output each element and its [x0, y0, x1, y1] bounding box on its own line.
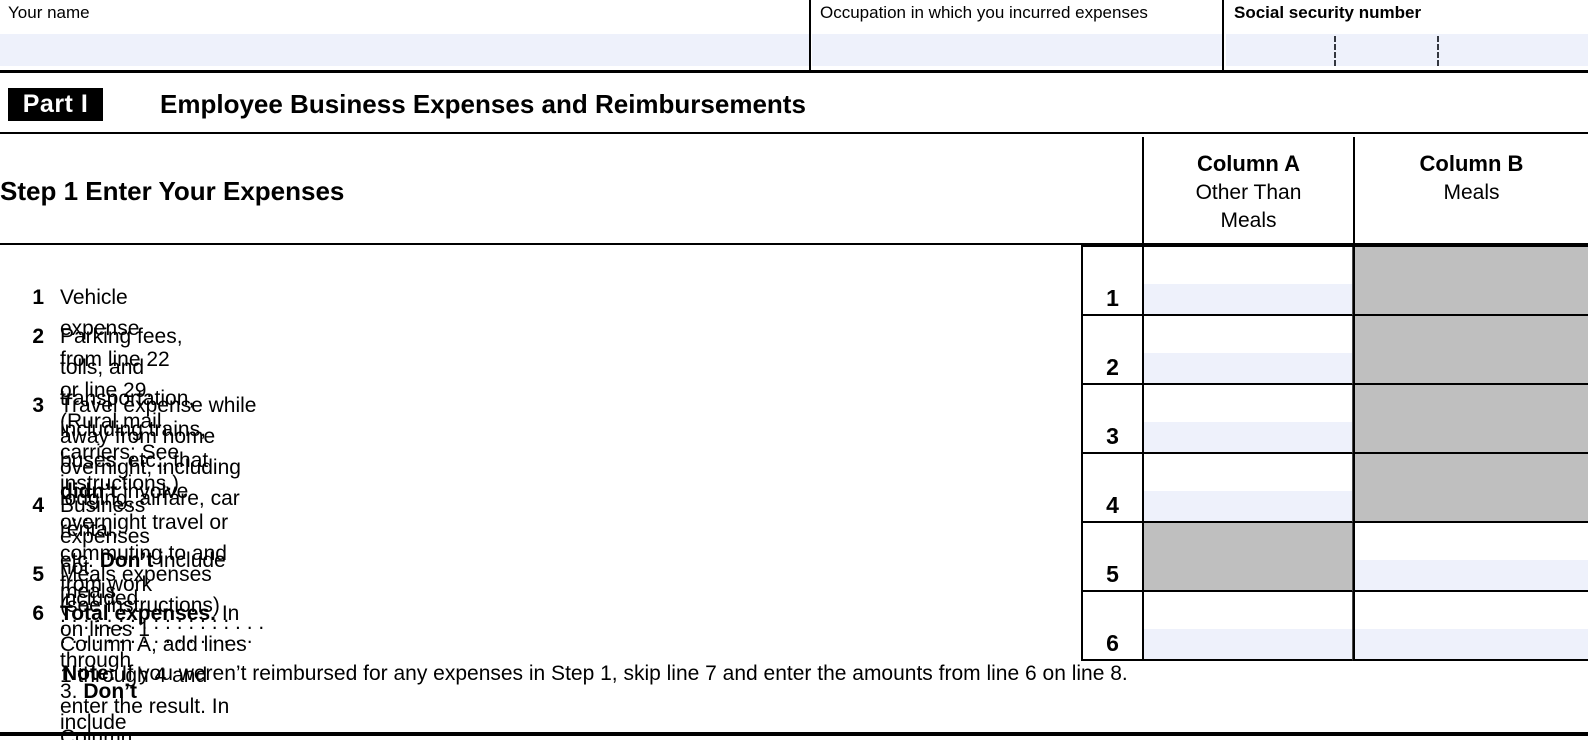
part-1-tag: Part I: [8, 88, 103, 121]
ssn-input[interactable]: [1226, 34, 1588, 66]
colhead-divider-middle: [1353, 137, 1355, 245]
part-1-title: Employee Business Expenses and Reimburse…: [160, 89, 806, 119]
partbar-bottom-rule: [0, 132, 1588, 134]
column-b-title: Column B: [1419, 151, 1524, 176]
ssn-label: Social security number: [1234, 3, 1422, 22]
your-name-label: Your name: [8, 3, 90, 22]
column-b-subtitle-1: Meals: [1443, 181, 1500, 204]
note-label: Note:: [62, 662, 116, 685]
form-2106-part-1: Your name Occupation in which you incurr…: [0, 0, 1588, 740]
part-1-header: Part I Employee Business Expenses and Re…: [0, 74, 1588, 134]
your-name-cell: Your name: [0, 0, 810, 72]
column-a-header: Column A Other Than Meals: [1144, 137, 1353, 245]
ssn-cell: Social security number: [1226, 0, 1588, 72]
expense-lines: 1 Vehicle expense from line 22 or line 2…: [0, 247, 1588, 740]
colhead-divider-left: [1142, 137, 1144, 245]
ssn-group-separator-1: [1334, 36, 1336, 66]
line-3-number: 3: [32, 394, 44, 417]
ssn-group-separator-2: [1437, 36, 1439, 66]
line-2-number: 2: [32, 325, 44, 348]
occupation-cell: Occupation in which you incurred expense…: [812, 0, 1222, 72]
line-4-number: 4: [32, 494, 44, 517]
stephead-bottom-rule: [0, 243, 1588, 245]
occupation-label: Occupation in which you incurred expense…: [820, 3, 1148, 22]
column-a-subtitle-2: Meals: [1220, 209, 1277, 232]
divider-name-occupation: [809, 0, 811, 72]
step-1-title: Step 1 Enter Your Expenses: [0, 176, 345, 206]
step-1-note: Note: If you weren’t reimbursed for any …: [62, 659, 1128, 689]
line-1-number: 1: [32, 286, 44, 309]
line-6-number: 6: [32, 602, 44, 625]
divider-occupation-ssn: [1222, 0, 1224, 72]
note-text: If you weren’t reimbursed for any expens…: [121, 662, 1128, 685]
column-a-title: Column A: [1196, 151, 1301, 176]
your-name-input[interactable]: [0, 34, 810, 66]
step-1-header-row: Step 1 Enter Your Expenses Column A Othe…: [0, 137, 1588, 245]
idband-bottom-rule: [0, 70, 1588, 73]
identification-band: Your name Occupation in which you incurr…: [0, 0, 1588, 73]
column-a-subtitle-1: Other Than: [1195, 181, 1302, 204]
line-5-number: 5: [32, 563, 44, 586]
occupation-input[interactable]: [812, 34, 1222, 66]
column-b-header: Column B Meals: [1355, 137, 1588, 245]
